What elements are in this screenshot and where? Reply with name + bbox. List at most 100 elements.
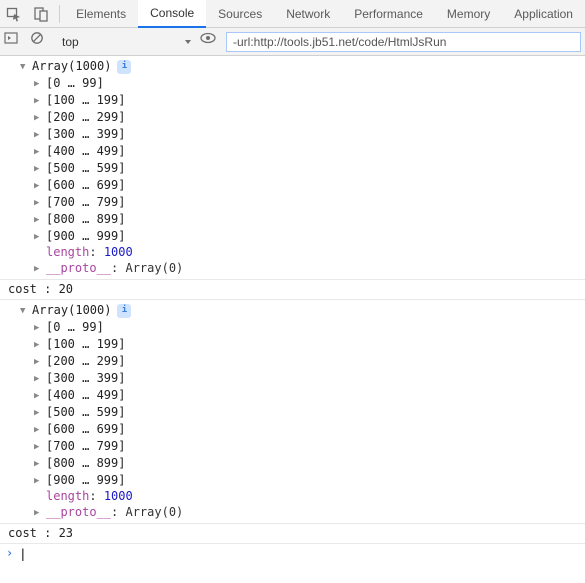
clear-console-icon[interactable] [30,31,52,53]
property-key: __proto__ [46,261,111,276]
array-length-row: length: 1000 [0,245,585,260]
disclosure-triangle-icon[interactable] [34,260,44,277]
disclosure-triangle-icon[interactable] [34,387,44,404]
array-range-row[interactable]: [800 … 899] [0,455,585,472]
divider [59,5,60,23]
array-range-row[interactable]: [300 … 399] [0,126,585,143]
disclosure-triangle-icon[interactable] [34,228,44,245]
log-entry: cost : 23 [0,524,585,544]
console-body[interactable]: Array(1000) i [0 … 99] [100 … 199] [200 … [0,56,585,583]
disclosure-triangle-icon[interactable] [34,194,44,211]
property-key: length [46,245,89,260]
filter-input[interactable] [226,32,581,52]
disclosure-triangle-icon[interactable] [34,336,44,353]
colon: : [89,489,103,504]
tab-elements[interactable]: Elements [64,0,138,28]
disclosure-triangle-icon[interactable] [34,160,44,177]
property-value: Array(0) [125,505,183,520]
range-label: [900 … 999] [46,473,125,488]
array-range-row[interactable]: [100 … 199] [0,92,585,109]
property-key: __proto__ [46,505,111,520]
array-range-row[interactable]: [0 … 99] [0,319,585,336]
chevron-down-icon [184,38,192,46]
range-label: [600 … 699] [46,178,125,193]
disclosure-triangle-icon[interactable] [34,75,44,92]
tab-application[interactable]: Application [502,0,585,28]
colon: : [111,505,125,520]
array-range-row[interactable]: [800 … 899] [0,211,585,228]
tab-memory[interactable]: Memory [435,0,502,28]
chevron-right-icon: › [6,546,13,561]
range-label: [200 … 299] [46,110,125,125]
array-proto-row[interactable]: __proto__: Array(0) [0,260,585,277]
disclosure-triangle-icon[interactable] [34,92,44,109]
tab-network[interactable]: Network [274,0,342,28]
array-range-row[interactable]: [500 … 599] [0,404,585,421]
console-prompt[interactable]: › [0,544,585,563]
array-length-row: length: 1000 [0,489,585,504]
array-range-row[interactable]: [300 … 399] [0,370,585,387]
info-badge-icon[interactable]: i [117,304,131,318]
array-range-row[interactable]: [200 … 299] [0,353,585,370]
disclosure-triangle-icon[interactable] [34,211,44,228]
log-text: cost : 20 [0,282,585,297]
array-range-row[interactable]: [400 … 499] [0,387,585,404]
disclosure-triangle-icon[interactable] [34,126,44,143]
console-input[interactable] [19,547,585,561]
colon: : [89,245,103,260]
tab-console[interactable]: Console [138,0,206,28]
disclosure-triangle-icon[interactable] [34,438,44,455]
inspect-element-icon[interactable] [0,0,28,28]
disclosure-triangle-icon[interactable] [20,58,30,75]
log-entry: Array(1000) i [0 … 99] [100 … 199] [200 … [0,56,585,280]
toggle-sidebar-icon[interactable] [4,31,26,53]
disclosure-triangle-icon[interactable] [20,302,30,319]
live-expression-icon[interactable] [200,31,222,53]
log-text: cost : 23 [0,526,585,541]
tab-sources[interactable]: Sources [206,0,274,28]
disclosure-triangle-icon[interactable] [34,143,44,160]
array-range-row[interactable]: [700 … 799] [0,194,585,211]
array-range-row[interactable]: [100 … 199] [0,336,585,353]
context-selector[interactable]: top [56,32,196,52]
disclosure-triangle-icon[interactable] [34,353,44,370]
disclosure-triangle-icon[interactable] [34,319,44,336]
disclosure-triangle-icon[interactable] [34,455,44,472]
array-header-row[interactable]: Array(1000) i [0,302,585,319]
context-selector-value: top [62,35,79,49]
tab-performance[interactable]: Performance [342,0,435,28]
range-label: [100 … 199] [46,337,125,352]
range-label: [500 … 599] [46,161,125,176]
range-label: [400 … 499] [46,388,125,403]
disclosure-triangle-icon[interactable] [34,404,44,421]
range-label: [100 … 199] [46,93,125,108]
disclosure-triangle-icon[interactable] [34,177,44,194]
array-range-row[interactable]: [700 … 799] [0,438,585,455]
disclosure-triangle-icon[interactable] [34,109,44,126]
disclosure-triangle-icon[interactable] [34,472,44,489]
disclosure-triangle-icon[interactable] [34,421,44,438]
array-range-row[interactable]: [400 … 499] [0,143,585,160]
range-label: [700 … 799] [46,439,125,454]
property-key: length [46,489,89,504]
array-header-row[interactable]: Array(1000) i [0,58,585,75]
array-range-row[interactable]: [0 … 99] [0,75,585,92]
array-range-row[interactable]: [900 … 999] [0,472,585,489]
range-label: [300 … 399] [46,127,125,142]
range-label: [800 … 899] [46,456,125,471]
array-header-label: Array(1000) [32,59,111,74]
array-range-row[interactable]: [500 … 599] [0,160,585,177]
device-toolbar-icon[interactable] [28,0,56,28]
console-toolbar: top [0,28,585,56]
array-range-row[interactable]: [600 … 699] [0,177,585,194]
array-range-row[interactable]: [600 … 699] [0,421,585,438]
array-range-row[interactable]: [200 … 299] [0,109,585,126]
disclosure-triangle-icon[interactable] [34,370,44,387]
disclosure-triangle-icon[interactable] [34,504,44,521]
range-label: [200 … 299] [46,354,125,369]
range-label: [500 … 599] [46,405,125,420]
array-range-row[interactable]: [900 … 999] [0,228,585,245]
array-proto-row[interactable]: __proto__: Array(0) [0,504,585,521]
range-label: [0 … 99] [46,320,104,335]
info-badge-icon[interactable]: i [117,60,131,74]
